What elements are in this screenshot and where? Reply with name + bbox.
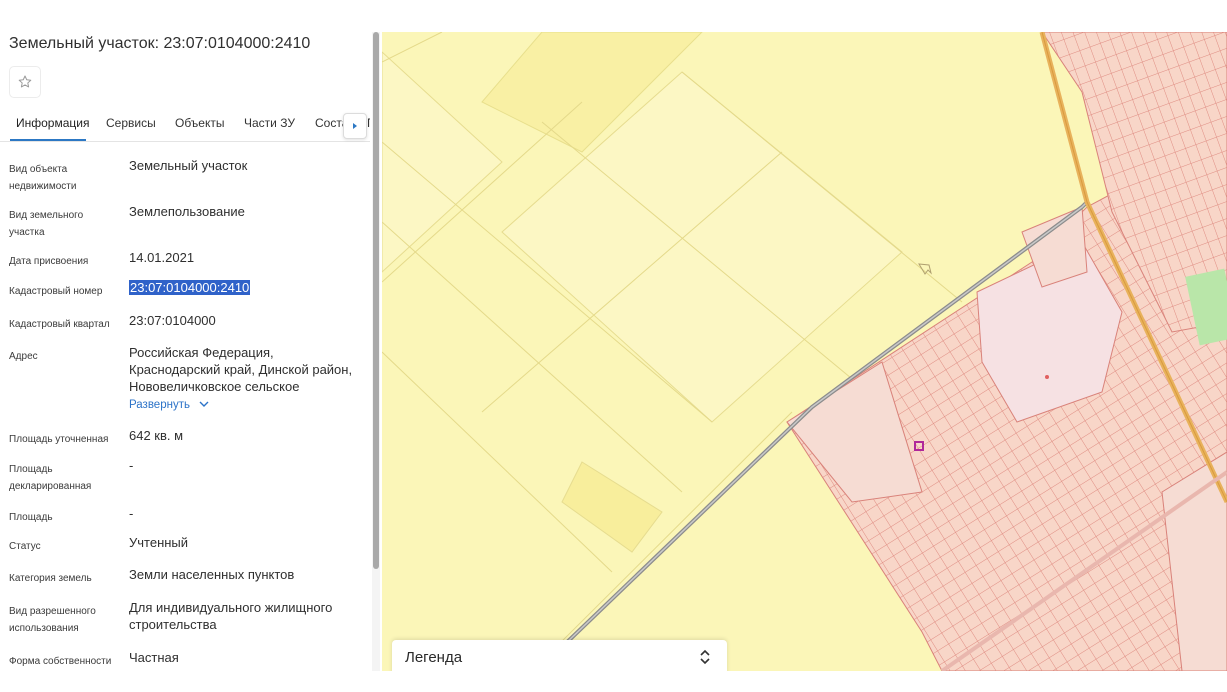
- legend-panel[interactable]: Легенда: [392, 640, 727, 671]
- field-value: 14.01.2021: [129, 250, 195, 265]
- expand-collapse-icon[interactable]: [697, 648, 713, 666]
- address-text: Российская Федерация, Краснодарский край…: [129, 345, 353, 394]
- field-label: Адрес: [9, 351, 38, 362]
- field-label: Площадь уточненная: [9, 434, 109, 445]
- expand-link-label[interactable]: Развернуть: [129, 399, 190, 411]
- point-marker: [1045, 375, 1049, 379]
- tab-parts[interactable]: Части ЗУ: [244, 116, 295, 130]
- tabs-scroll-right-button[interactable]: [343, 113, 367, 139]
- field-value: Землепользование: [129, 204, 245, 219]
- expand-link[interactable]: Развернуть: [129, 399, 209, 411]
- field-value: Российская Федерация, Краснодарский край…: [129, 344, 364, 414]
- tab-services[interactable]: Сервисы: [106, 116, 156, 130]
- field-value: Земли населенных пунктов: [129, 567, 295, 582]
- active-tab-indicator: [10, 139, 86, 141]
- page-title: Земельный участок: 23:07:0104000:2410: [9, 35, 311, 52]
- tab-information[interactable]: Информация: [16, 116, 89, 130]
- map-view[interactable]: Легенда: [382, 32, 1227, 671]
- star-icon: [18, 75, 32, 88]
- top-margin: [0, 0, 1227, 32]
- caret-right-icon: [353, 123, 357, 129]
- bottom-margin: [0, 671, 1227, 692]
- tab-bar: Информация Сервисы Объекты Части ЗУ Сост…: [0, 112, 370, 142]
- field-value: Учтенный: [129, 535, 189, 550]
- chevron-down-icon: [199, 401, 209, 407]
- field-value[interactable]: 23:07:0104000:2410: [129, 279, 369, 296]
- field-label: Площадь: [9, 512, 53, 523]
- field-label: Форма собственности: [9, 656, 112, 667]
- field-value: Земельный участок: [129, 158, 248, 173]
- field-label: Кадастровый квартал: [9, 319, 110, 330]
- field-value: 23:07:0104000: [129, 313, 216, 328]
- map-canvas[interactable]: [382, 32, 1227, 671]
- tab-more[interactable]: П: [367, 116, 370, 130]
- info-panel: Земельный участок: 23:07:0104000:2410 Ин…: [0, 32, 382, 671]
- screenshot-frame: Земельный участок: 23:07:0104000:2410 Ин…: [0, 0, 1227, 692]
- field-value: Для индивидуального жилищного строительс…: [129, 600, 333, 632]
- field-label: Вид объекта недвижимости: [9, 164, 77, 192]
- field-label: Статус: [9, 541, 41, 552]
- selected-text[interactable]: 23:07:0104000:2410: [129, 280, 251, 295]
- field-value: -: [129, 458, 134, 473]
- field-label: Категория земель: [9, 573, 92, 584]
- scrollbar-thumb[interactable]: [373, 32, 379, 569]
- field-value: -: [129, 506, 134, 521]
- field-value: 642 кв. м: [129, 428, 184, 443]
- field-label: Вид разрешенного использования: [9, 606, 96, 634]
- tab-objects[interactable]: Объекты: [175, 116, 225, 130]
- field-label: Площадь декларированная: [9, 464, 92, 492]
- field-label: Дата присвоения: [9, 256, 89, 267]
- favorite-button[interactable]: [9, 66, 41, 98]
- legend-label: Легенда: [405, 649, 463, 666]
- field-value: Частная: [129, 650, 179, 665]
- field-label: Кадастровый номер: [9, 286, 103, 297]
- field-label: Вид земельного участка: [9, 210, 84, 238]
